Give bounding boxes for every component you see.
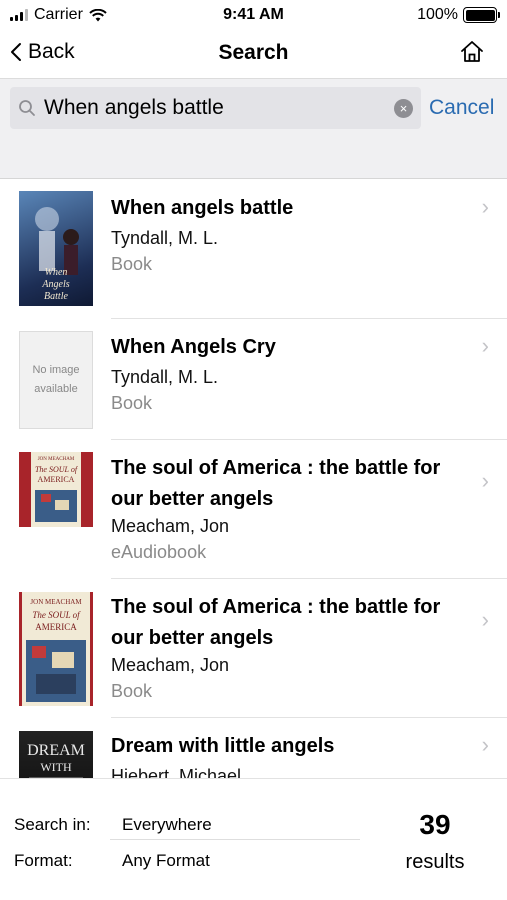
result-row[interactable]: DREAM WITH Dream with little angels Hieb… — [0, 718, 507, 778]
result-author: Tyndall, M. L. — [111, 228, 219, 248]
page-title: Search — [218, 41, 289, 64]
clear-search-icon[interactable]: × — [394, 99, 413, 118]
result-row[interactable]: JON MEACHAM The SOUL of AMERICA The soul… — [0, 440, 507, 579]
book-cover-image: DREAM WITH — [19, 731, 93, 778]
cover-art: DREAM WITH — [27, 742, 85, 778]
format-label: Format: — [14, 851, 73, 870]
result-row[interactable]: No image available When Angels Cry Tynda… — [0, 319, 507, 440]
chevron-right-icon: › — [481, 607, 489, 632]
home-button[interactable] — [459, 39, 485, 70]
cancel-button[interactable]: Cancel — [429, 96, 494, 120]
cover-art: JON MEACHAM The SOUL of AMERICA — [26, 598, 86, 702]
no-image-text: No image available — [32, 364, 80, 395]
chevron-right-icon: › — [481, 194, 489, 219]
search-input[interactable] — [44, 87, 384, 129]
result-title: When Angels Cry — [111, 336, 276, 358]
result-count: 39 — [419, 809, 451, 840]
svg-text:The SOUL of: The SOUL of — [35, 465, 79, 474]
status-bar: Carrier 9:41 AM 100% — [0, 0, 507, 30]
navigation-bar: Back Search — [0, 30, 507, 78]
result-title: Dream with little angels — [111, 735, 335, 757]
svg-text:The SOUL of: The SOUL of — [32, 610, 81, 620]
chevron-right-icon: › — [481, 732, 489, 757]
result-format: Book — [111, 254, 153, 274]
chevron-right-icon: › — [481, 468, 489, 493]
home-icon — [461, 41, 483, 62]
search-bar: × Cancel — [0, 78, 507, 136]
cover-art: When Angels Battle — [35, 207, 79, 302]
result-author: Hiebert, Michael — [111, 766, 242, 778]
book-cover-image: JON MEACHAM The SOUL of AMERICA — [19, 452, 93, 527]
result-row[interactable]: When Angels Battle When angels battle Ty… — [0, 180, 507, 319]
format-value[interactable]: Any Format — [122, 851, 210, 871]
footer-divider — [110, 839, 360, 840]
svg-text:DREAM: DREAM — [27, 742, 85, 759]
book-cover-image: When Angels Battle — [19, 191, 93, 306]
svg-text:JON MEACHAM: JON MEACHAM — [30, 598, 82, 606]
svg-text:Angels: Angels — [41, 279, 69, 290]
no-image-placeholder: No image available — [19, 331, 93, 429]
svg-text:Battle: Battle — [44, 291, 68, 302]
svg-text:WITH: WITH — [40, 760, 72, 774]
result-author: Meacham, Jon — [111, 655, 230, 675]
search-in-value[interactable]: Everywhere — [122, 815, 212, 835]
result-title: When angels battle — [111, 197, 294, 219]
result-format: eAudiobook — [111, 542, 207, 562]
result-count-label: results — [405, 851, 465, 873]
svg-text:AMERICA: AMERICA — [35, 622, 77, 632]
svg-text:When: When — [45, 267, 68, 278]
search-in-label: Search in: — [14, 815, 91, 834]
chevron-right-icon: › — [481, 333, 489, 358]
battery-percent: 100% — [417, 6, 458, 23]
result-row[interactable]: JON MEACHAM The SOUL of AMERICA The soul… — [0, 579, 507, 718]
result-author: Tyndall, M. L. — [111, 367, 219, 387]
battery-icon — [463, 7, 500, 23]
result-title: The soul of America : the battle for our… — [111, 457, 441, 510]
cover-art: JON MEACHAM The SOUL of AMERICA — [31, 452, 81, 527]
result-format: Book — [111, 681, 153, 701]
search-field-container[interactable]: × — [10, 87, 421, 129]
result-title: The soul of America : the battle for our… — [111, 596, 441, 649]
status-right: 100% — [417, 6, 500, 24]
book-cover-image: JON MEACHAM The SOUL of AMERICA — [19, 592, 93, 706]
svg-text:JON MEACHAM: JON MEACHAM — [38, 457, 75, 462]
results-list: When Angels Battle When angels battle Ty… — [0, 180, 507, 778]
search-footer: Search in: Everywhere Format: Any Format… — [0, 778, 507, 900]
result-format: Book — [111, 393, 153, 413]
svg-text:AMERICA: AMERICA — [38, 475, 75, 484]
result-author: Meacham, Jon — [111, 516, 230, 536]
search-section-spacer — [0, 136, 507, 179]
search-icon — [19, 100, 35, 116]
